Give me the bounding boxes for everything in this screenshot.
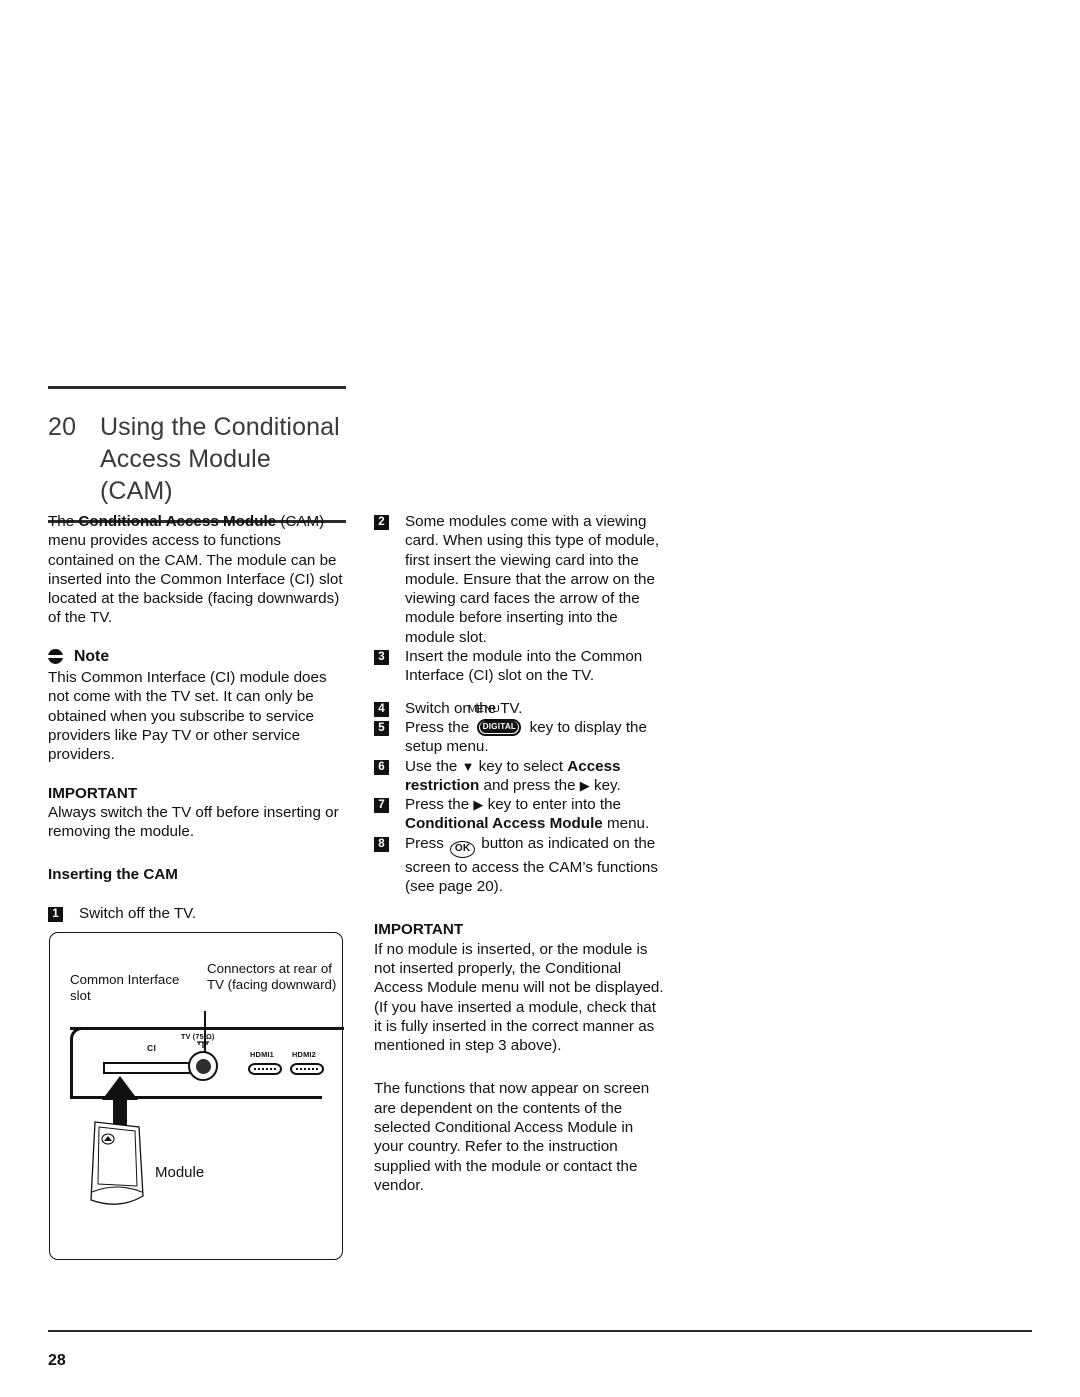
- note-body: This Common Interface (CI) module does n…: [48, 669, 327, 764]
- step-2: 2 Some modules come with a viewing card.…: [374, 512, 666, 647]
- note-icon: [48, 648, 63, 664]
- note-header: Note: [48, 647, 346, 666]
- step-number-badge: 4: [374, 701, 389, 717]
- step-number-badge: 2: [374, 515, 389, 530]
- cam-module-illustration: [90, 1121, 144, 1205]
- page-number: 28: [48, 1352, 66, 1369]
- chapter-title: Using the Conditional Access Module (CAM…: [100, 411, 346, 507]
- step8-prefix: Press: [405, 834, 449, 852]
- step7-mid: key to enter into the: [483, 796, 621, 814]
- hdmi2-label: HDMI2: [292, 1050, 316, 1059]
- footer-rule: [48, 1330, 1032, 1332]
- step-5: 5 MENU Press the DIGITAL key to display t…: [374, 703, 666, 757]
- step7-bold-term: Conditional Access Module: [405, 815, 603, 833]
- step-text: Press OK button as indicated on the scre…: [405, 834, 666, 897]
- diagram-label-module: Module: [155, 1164, 205, 1181]
- ci-port-label: CI: [147, 1043, 157, 1053]
- step-1: 1 Switch off the TV.: [48, 904, 346, 923]
- diagram-label-common-interface-slot: Common Interface slot: [70, 972, 180, 1004]
- step-number-badge: 5: [374, 720, 389, 736]
- step-8: 8 Press OK button as indicated on the sc…: [374, 834, 666, 897]
- important-body-left: Always switch the TV off before insertin…: [48, 803, 339, 841]
- page: 20 Using the Conditional Access Module (…: [0, 0, 1080, 1397]
- step6-mid2: and press the: [479, 776, 580, 794]
- important-heading-left: IMPORTANT: [48, 784, 138, 802]
- cam-insertion-diagram: Common Interface slot Connectors at rear…: [49, 932, 344, 1260]
- diagram-label-connectors: Connectors at rear of TV (facing downwar…: [207, 961, 337, 993]
- closing-paragraph: The functions that now appear on screen …: [374, 1080, 650, 1194]
- intro-lead: The: [48, 513, 79, 530]
- hdmi1-label: HDMI1: [250, 1050, 274, 1059]
- step-text: Switch off the TV.: [79, 904, 197, 922]
- intro-paragraph: The Conditional Access Module (CAM) menu…: [48, 512, 346, 628]
- step-text: Switch on the TV.: [405, 699, 523, 717]
- important-body-right: If no module is inserted, or the module …: [374, 940, 664, 1055]
- chapter-title-line-2: Access Module (CAM): [100, 445, 271, 505]
- step7-suffix: menu.: [602, 815, 650, 833]
- step6-mid: key to select: [474, 757, 568, 775]
- important-heading-right: IMPORTANT: [374, 921, 464, 939]
- step-text: Use the ▼ key to select Access restricti…: [405, 757, 666, 796]
- intro-rest: (CAM) menu provides access to functions …: [48, 513, 343, 627]
- hdmi2-port-icon: [290, 1063, 324, 1075]
- tv-antenna-jack-icon: [188, 1051, 218, 1081]
- note-label: Note: [74, 647, 110, 665]
- step-text: Press the ▶ key to enter into the Condit…: [405, 795, 666, 834]
- digital-key-icon[interactable]: DIGITAL: [477, 718, 522, 736]
- chapter-number: 20: [48, 413, 77, 441]
- section-heading-inserting-cam: Inserting the CAM: [48, 866, 178, 884]
- left-column: The Conditional Access Module (CAM) menu…: [48, 512, 346, 923]
- step-6: 6 Use the ▼ key to select Access restric…: [374, 757, 666, 796]
- right-column: 2 Some modules come with a viewing card.…: [374, 512, 666, 1195]
- chapter-title-block: 20 Using the Conditional Access Module (…: [48, 386, 346, 523]
- down-arrow-icon: ▼: [461, 758, 475, 774]
- step-number-badge: 3: [374, 650, 389, 666]
- ok-key-icon[interactable]: OK: [450, 840, 476, 858]
- step-number-badge: 7: [374, 798, 389, 814]
- step-text: MENU Press the DIGITAL key to display the…: [405, 703, 666, 757]
- right-arrow-icon: ▶: [579, 777, 590, 793]
- right-arrow-icon: ▶: [473, 797, 484, 813]
- step5-prefix: Press the: [405, 718, 474, 736]
- digital-key-label: DIGITAL: [480, 721, 519, 734]
- intro-bold-term: Conditional Access Module: [78, 513, 277, 530]
- step7-prefix: Press the: [405, 796, 474, 814]
- step-number-badge: 6: [374, 759, 389, 775]
- step-7: 7 Press the ▶ key to enter into the Cond…: [374, 795, 666, 834]
- tv-antenna-label: TV (75 Ω): [181, 1032, 215, 1041]
- step-number-badge: 8: [374, 836, 389, 852]
- step-text: Some modules come with a viewing card. W…: [405, 513, 660, 646]
- chapter-title-line-1: Using the Conditional: [100, 413, 340, 441]
- step-number-badge: 1: [48, 906, 63, 922]
- antenna-symbol-icon: [197, 1041, 209, 1048]
- menu-key-label: MENU: [468, 702, 501, 715]
- hdmi1-port-icon: [248, 1063, 282, 1075]
- step-4: 4 Switch on the TV.: [374, 699, 666, 718]
- step-3: 3 Insert the module into the Common Inte…: [374, 647, 666, 686]
- chapter-heading: 20 Using the Conditional Access Module (…: [48, 389, 346, 513]
- step-text: Insert the module into the Common Interf…: [405, 648, 643, 685]
- step6-prefix: Use the: [405, 757, 462, 775]
- step6-suffix: key.: [589, 776, 621, 794]
